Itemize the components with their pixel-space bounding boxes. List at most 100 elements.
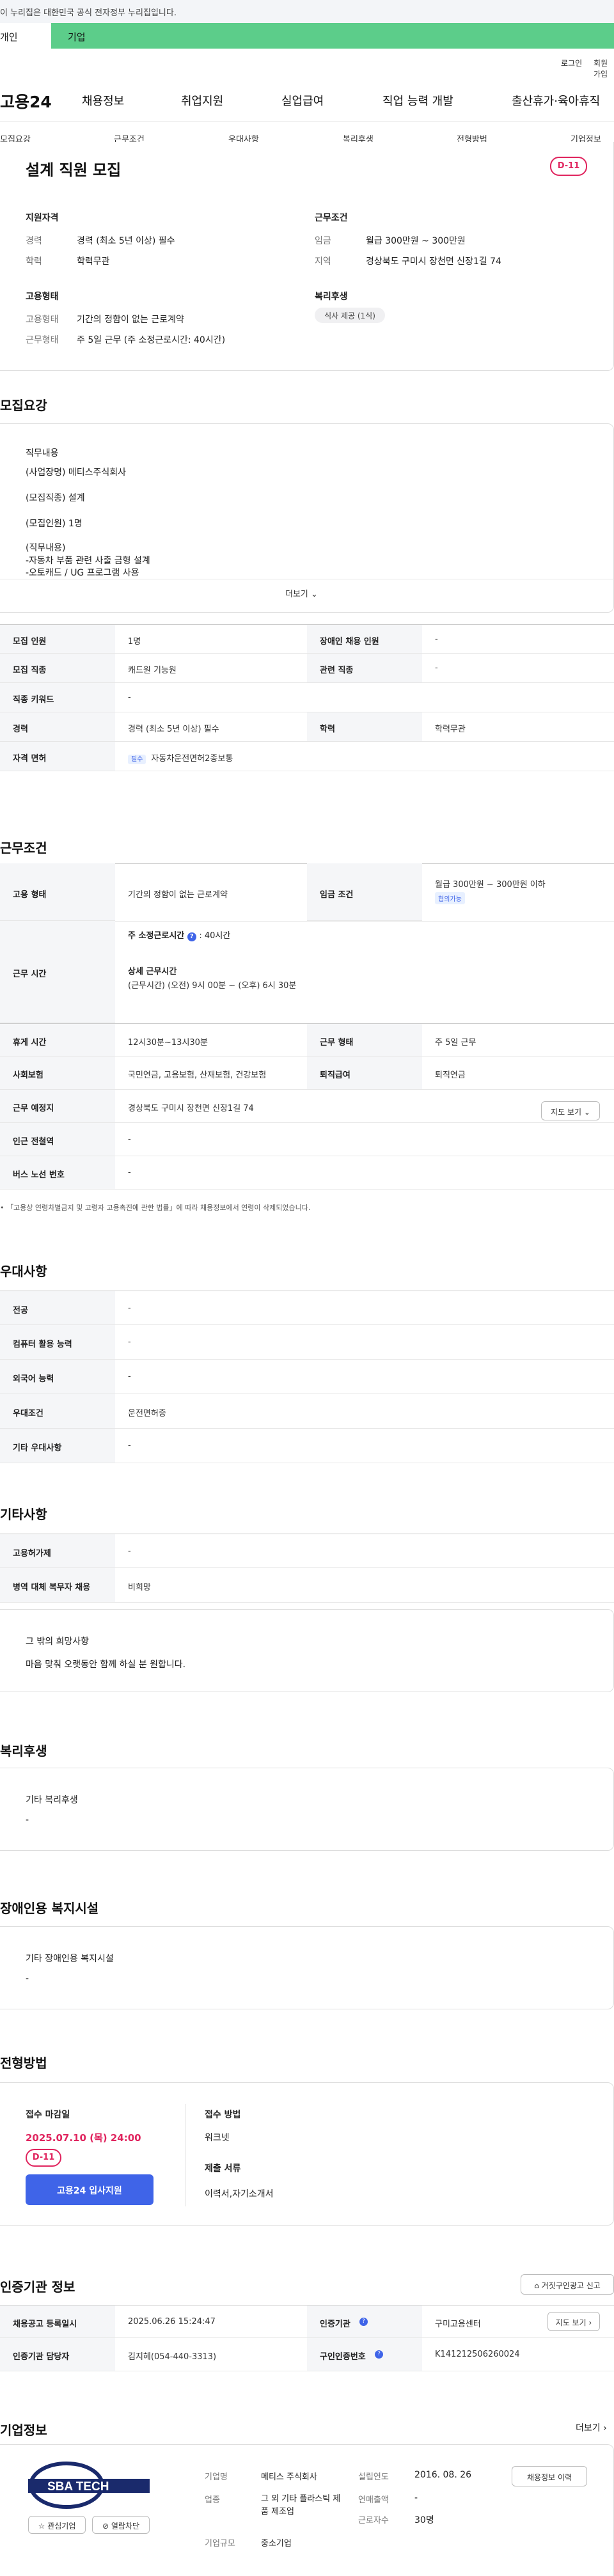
wage-td: 월급 300만원 ~ 300만원 이하 xyxy=(435,880,546,890)
employees-value: 30명 xyxy=(414,2515,434,2525)
founded-value: 2016. 08. 26 xyxy=(414,2470,472,2480)
cert-section-title: 인증기관 정보 xyxy=(0,2279,75,2295)
tab-company[interactable]: 기업 xyxy=(68,30,86,43)
table-value-cell: K141212506260024 xyxy=(435,2350,520,2359)
employees-label: 근로자수 xyxy=(358,2516,389,2525)
sales-label: 연매출액 xyxy=(358,2495,389,2505)
table-value-cell: 경상북도 구미시 장천면 신장1길 74 xyxy=(128,1104,254,1113)
report-button[interactable]: ⌂ 거짓구인광고 신고 xyxy=(521,2274,614,2295)
company-section-title: 기업정보 xyxy=(0,2423,47,2438)
welfare-box-text: - xyxy=(26,1815,29,1825)
deadline-label: 접수 마감일 xyxy=(26,2110,70,2120)
table-row: 고용허가제 - xyxy=(0,1534,614,1568)
nav-jobs[interactable]: 채용정보 xyxy=(82,92,124,109)
qualification-title: 지원자격 xyxy=(26,213,59,223)
join-link[interactable]: 회원가입 xyxy=(594,58,614,79)
etc-wish-title: 그 밖의 희망사항 xyxy=(26,1637,90,1647)
favorite-company-button[interactable]: ☆ 관심기업 xyxy=(28,2516,86,2534)
apply-button[interactable]: 고용24 입사지원 xyxy=(26,2174,154,2205)
conditions-title: 근무조건 xyxy=(315,213,348,223)
table-value-cell: 1명 xyxy=(128,637,141,647)
area-label: 지역 xyxy=(315,256,331,267)
table-header-cell: 휴게 시간 xyxy=(0,1024,115,1056)
more-button[interactable]: 더보기 ⌄ xyxy=(285,587,318,599)
nav-vocational[interactable]: 직업 능력 개발 xyxy=(382,92,453,109)
nav-employment-support[interactable]: 취업지원 xyxy=(181,92,223,109)
block-icon: ⊘ xyxy=(102,2522,109,2531)
tab-person[interactable]: 개인 xyxy=(0,23,51,49)
site-logo[interactable]: 고용24 xyxy=(0,90,52,113)
table-header-cell: 전공 xyxy=(0,1291,115,1324)
desc-line: (모집인원) 1명 xyxy=(26,519,83,529)
table-header-cell: 관련 직종 xyxy=(307,654,422,682)
hours-th: 근무 시간 xyxy=(13,970,47,979)
desc-line: -자동차 부품 관련 사출 금형 설계 xyxy=(26,556,150,566)
table-row: 휴게 시간 12시30분~13시30분 근무 형태 주 5일 근무 xyxy=(0,1023,614,1056)
company-name-value: 메티스 주식회사 xyxy=(261,2472,317,2482)
recruit-history-button[interactable]: 채용정보 이력 xyxy=(512,2466,587,2486)
table-row: 외국어 능력 - xyxy=(0,1360,614,1394)
company-size-value: 중소기업 xyxy=(261,2539,292,2549)
nav-parental-leave[interactable]: 출산휴가·육아휴직 xyxy=(512,92,600,109)
disab-section-title: 장애인용 복지시설 xyxy=(0,1901,99,1916)
table-value-cell: 구미고용센터 xyxy=(435,2320,481,2329)
table-value-cell: - xyxy=(435,634,438,644)
info-icon[interactable]: ? xyxy=(187,932,196,941)
welfare-box xyxy=(0,1768,614,1851)
sales-value: - xyxy=(414,2493,418,2503)
table-value-cell: - xyxy=(435,663,438,673)
emp-type-th: 고용 형태 xyxy=(13,890,47,900)
company-more-link[interactable]: 더보기 › xyxy=(576,2421,607,2434)
table-header-cell: 버스 노선 번호 xyxy=(0,1156,115,1189)
desc-line: (모집직종) 설계 xyxy=(26,493,85,503)
table-value-cell: - xyxy=(128,1168,131,1177)
company-logo: SBA TECH xyxy=(28,2460,150,2516)
block-view-button[interactable]: ⊘ 열람차단 xyxy=(92,2516,150,2534)
table-value-cell: 운전면허증 xyxy=(128,1409,166,1418)
info-icon[interactable]: ? xyxy=(375,2350,383,2359)
cert-map-button[interactable]: 지도 보기 › xyxy=(547,2312,600,2331)
apply-dday-badge: D-11 xyxy=(26,2149,61,2167)
table-header-cell: 직종 키워드 xyxy=(0,683,115,712)
table-row: 모집 직종 캐드원 기능원 관련 직종 - xyxy=(0,654,614,683)
table-value-cell: - xyxy=(128,1303,131,1313)
company-name-label: 기업명 xyxy=(205,2472,228,2482)
job-description-box xyxy=(0,423,614,613)
table-header-cell: 인증기관 담당자 xyxy=(0,2338,115,2371)
industry-value: 그 외 기타 플라스틱 제품 제조업 xyxy=(261,2494,341,2517)
method-label: 접수 방법 xyxy=(205,2110,241,2120)
table-row: 인증기관 담당자 김지혜(054-440-3313) 구인인증번호? K1412125… xyxy=(0,2338,614,2371)
table-header-cell: 구인인증번호 xyxy=(307,2338,422,2371)
info-icon[interactable]: ? xyxy=(359,2318,368,2326)
login-link[interactable]: 로그인 xyxy=(561,58,582,68)
table-row: 버스 노선 번호 - xyxy=(0,1156,614,1190)
table-header-cell: 자격 면허 xyxy=(0,742,115,771)
work-section-title: 근무조건 xyxy=(0,840,47,856)
etc-wish-text: 마음 맞춰 오랫동안 함께 하실 분 원합니다. xyxy=(26,1660,186,1670)
table-value-cell: - xyxy=(128,1441,131,1450)
job-title: 설계 직원 모집 xyxy=(26,161,122,179)
chevron-down-icon: ⌄ xyxy=(311,590,318,599)
member-tabs xyxy=(0,23,614,49)
welfare-summary-title: 복리후생 xyxy=(315,292,348,302)
map-view-button[interactable]: 지도 보기 ⌄ xyxy=(541,1101,600,1120)
employment-title: 고용형태 xyxy=(26,292,59,302)
table-row: 컴퓨터 활용 능력 - xyxy=(0,1325,614,1360)
table-header-cell: 학력 xyxy=(307,712,422,741)
table-row: 인근 전철역 - xyxy=(0,1123,614,1156)
welfare-box-title: 기타 복리후생 xyxy=(26,1795,78,1805)
weekly-hours-label: 주 소정근로시간 ? : 40시간 xyxy=(128,931,231,941)
table-row: 병역 대체 복무자 채용 비희망 xyxy=(0,1568,614,1603)
emp-type-td: 기간의 정함이 없는 근로계약 xyxy=(128,890,228,900)
svg-text:SBA TECH: SBA TECH xyxy=(47,2480,109,2494)
table-row: 사회보험 국민연금, 고용보험, 산재보험, 건강보험 퇴직급여 퇴직연금 xyxy=(0,1056,614,1090)
method-value: 워크넷 xyxy=(205,2133,230,2143)
table-header-cell: 고용허가제 xyxy=(0,1534,115,1567)
table-value-cell: - xyxy=(128,693,131,702)
table-value-cell: - xyxy=(128,1546,131,1556)
nav-unemployment[interactable]: 실업급여 xyxy=(281,92,324,109)
career-value: 경력 (최소 5년 이상) 필수 xyxy=(77,236,175,246)
desc-line: -오토캐드 / UG 프로그램 사용 xyxy=(26,568,139,578)
table-header-cell: 컴퓨터 활용 능력 xyxy=(0,1325,115,1359)
table-row: 근무 예정지 경상북도 구미시 장천면 신장1길 74 xyxy=(0,1090,614,1123)
